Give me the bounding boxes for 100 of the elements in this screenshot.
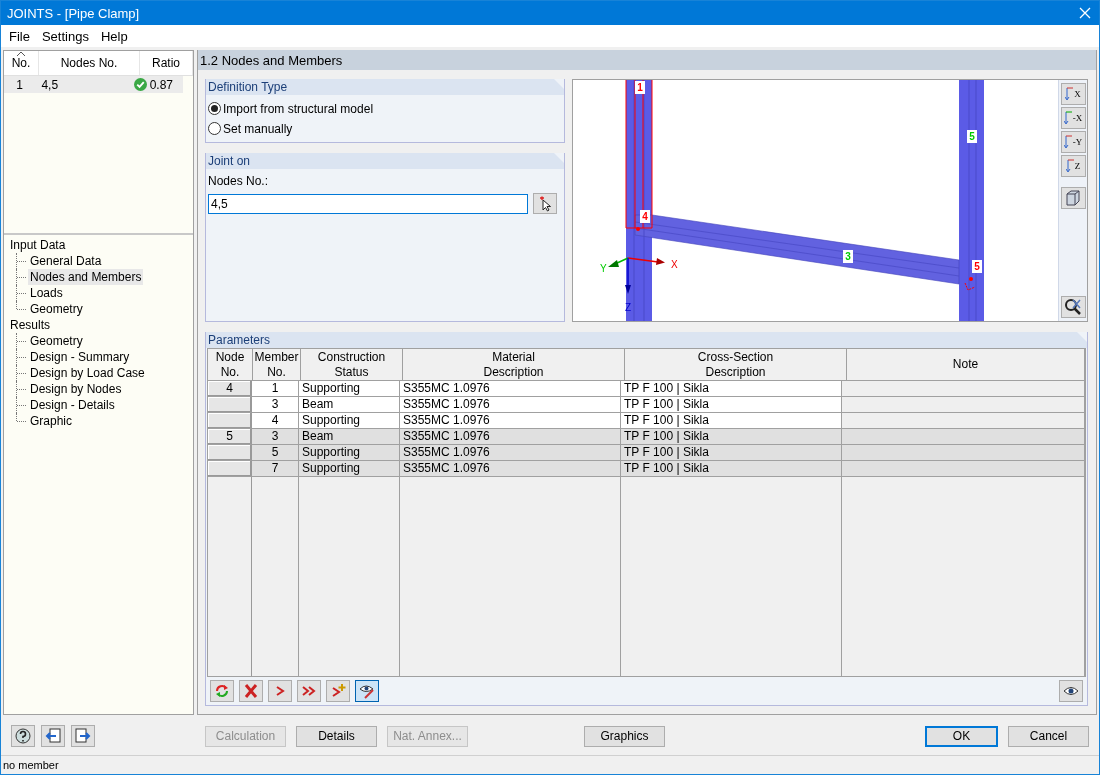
row-header[interactable] bbox=[208, 413, 252, 429]
tree-item[interactable]: Design - Details bbox=[28, 397, 117, 413]
menu-item[interactable]: Help bbox=[94, 28, 134, 44]
eye-button[interactable] bbox=[1059, 680, 1083, 702]
column-header: Material Description bbox=[403, 349, 625, 381]
table-cell: S355MC 1.0976 bbox=[400, 413, 621, 429]
column-header[interactable]: Ratio bbox=[140, 51, 193, 75]
view-button[interactable]: X bbox=[1060, 83, 1086, 105]
column-header: Node No. bbox=[208, 349, 253, 381]
field-label: Nodes No.: bbox=[208, 174, 270, 188]
delete-button[interactable] bbox=[239, 680, 263, 702]
table-cell: 3 bbox=[252, 429, 299, 445]
joint-row[interactable]: 1 4,5 0.87 bbox=[4, 76, 183, 93]
zoom-button[interactable] bbox=[1060, 296, 1086, 318]
table-cell: Supporting bbox=[299, 413, 400, 429]
menu-item[interactable]: Settings bbox=[35, 28, 95, 44]
last-button[interactable] bbox=[297, 680, 321, 702]
table-cell: S355MC 1.0976 bbox=[400, 445, 621, 461]
table-cell: 3 bbox=[252, 397, 299, 413]
tree-item[interactable]: Design by Nodes bbox=[28, 381, 124, 397]
nodes-field[interactable]: 4,5 bbox=[208, 193, 528, 214]
add-button[interactable] bbox=[326, 680, 350, 702]
tree-item[interactable]: Nodes and Members bbox=[28, 269, 144, 285]
table-cell: Supporting bbox=[299, 461, 400, 477]
table-cell: TP F 100 | Sikla bbox=[621, 413, 842, 429]
z-axis-arrow bbox=[625, 257, 631, 294]
import-button[interactable] bbox=[41, 725, 65, 747]
delete-icon bbox=[243, 683, 259, 699]
column-header: Construction Status bbox=[301, 349, 403, 381]
table-cell: Supporting bbox=[299, 445, 400, 461]
radio-option[interactable]: Set manually bbox=[208, 121, 562, 136]
status-bar: no member bbox=[1, 755, 1099, 774]
model-label: 3 bbox=[843, 250, 853, 263]
radio-option[interactable]: Import from structural model bbox=[208, 101, 562, 116]
table-cell: S355MC 1.0976 bbox=[400, 461, 621, 477]
table-cell: Beam bbox=[299, 397, 400, 413]
table-cell: 0.87 bbox=[149, 77, 173, 92]
axis-label: X bbox=[671, 259, 678, 270]
table-cell-text: 1 bbox=[15, 76, 25, 93]
sort-icon bbox=[17, 52, 25, 56]
tree-item[interactable]: Design - Summary bbox=[28, 349, 132, 365]
graphics-button[interactable]: Graphics bbox=[584, 725, 665, 747]
radio-button[interactable] bbox=[208, 122, 221, 135]
model-label: 4 bbox=[640, 210, 650, 223]
group-title: Parameters bbox=[206, 332, 1087, 348]
help-button[interactable] bbox=[11, 725, 35, 747]
tree-item[interactable]: Design by Load Case bbox=[28, 365, 147, 381]
column-header[interactable]: Nodes No. bbox=[39, 51, 140, 75]
axis-label: Y bbox=[600, 263, 607, 274]
tree-item[interactable]: Results bbox=[8, 317, 193, 333]
menu-item[interactable]: File bbox=[3, 28, 36, 44]
group-title: Definition Type bbox=[206, 79, 564, 95]
window-title: JOINTS - [Pipe Clamp] bbox=[7, 5, 141, 21]
tree-item[interactable]: Graphic bbox=[28, 413, 75, 429]
table-cell: TP F 100 | Sikla bbox=[621, 381, 842, 397]
cursor-icon bbox=[537, 195, 553, 212]
chevron-plus-icon bbox=[330, 683, 346, 699]
model-label: 1 bbox=[635, 81, 645, 94]
cancel-button[interactable]: Cancel bbox=[1008, 725, 1089, 747]
view-button[interactable] bbox=[1060, 187, 1086, 209]
tree-item[interactable]: Input Data bbox=[8, 237, 193, 253]
row-header[interactable] bbox=[208, 461, 252, 477]
export-button[interactable] bbox=[71, 725, 95, 747]
table-cell: 4 bbox=[252, 413, 299, 429]
view-button[interactable]: -Y bbox=[1060, 131, 1086, 153]
axis-icon bbox=[1063, 111, 1073, 125]
table-cell: 7 bbox=[252, 461, 299, 477]
axis-icon bbox=[1065, 159, 1075, 173]
magnifier-icon bbox=[1064, 298, 1082, 316]
refresh-button[interactable] bbox=[210, 680, 234, 702]
help-icon bbox=[15, 728, 31, 744]
column-header: Cross-Section Description bbox=[625, 349, 847, 381]
pick-button[interactable] bbox=[533, 193, 557, 214]
row-header[interactable] bbox=[208, 397, 252, 413]
double-chevron-icon bbox=[301, 683, 317, 699]
tree-item[interactable]: Geometry bbox=[28, 301, 85, 317]
column-header[interactable]: No. bbox=[4, 51, 39, 75]
view-button[interactable]: Z bbox=[1060, 155, 1086, 177]
column-header: Note bbox=[847, 349, 1085, 381]
radio-button[interactable] bbox=[208, 102, 221, 115]
row-header[interactable]: 4 bbox=[208, 381, 252, 397]
tree-item[interactable]: General Data bbox=[28, 253, 104, 269]
table-cell: S355MC 1.0976 bbox=[400, 397, 621, 413]
tree-item[interactable]: Geometry bbox=[28, 333, 85, 349]
tree-item[interactable]: Loads bbox=[28, 285, 65, 301]
cube-icon bbox=[1065, 190, 1081, 206]
close-icon[interactable] bbox=[1079, 7, 1091, 19]
table-cell: TP F 100 | Sikla bbox=[621, 445, 842, 461]
table-cell: 5 bbox=[252, 445, 299, 461]
next-button[interactable] bbox=[268, 680, 292, 702]
edit-view-button[interactable] bbox=[355, 680, 379, 702]
axis-icon bbox=[1063, 135, 1073, 149]
y-axis-arrow bbox=[608, 257, 629, 267]
details-button[interactable]: Details bbox=[296, 725, 377, 747]
row-header[interactable] bbox=[208, 445, 252, 461]
eye-icon bbox=[1063, 685, 1079, 697]
ok-button[interactable]: OK bbox=[925, 725, 998, 747]
view-button[interactable]: -X bbox=[1060, 107, 1086, 129]
table-cell: S355MC 1.0976 bbox=[400, 429, 621, 445]
row-header[interactable]: 5 bbox=[208, 429, 252, 445]
